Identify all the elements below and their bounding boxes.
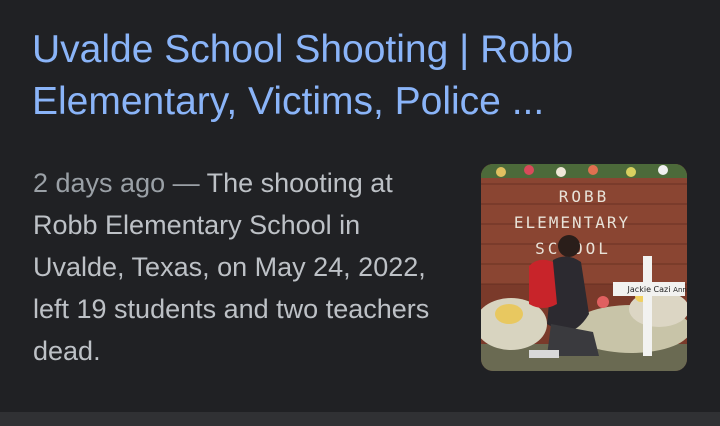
bottom-divider [0, 412, 720, 426]
result-snippet: 2 days ago — The shooting at Robb Elemen… [33, 162, 443, 372]
sign-text-elementary: ELEMENTARY [514, 213, 630, 232]
date-separator: — [165, 168, 207, 198]
result-date: 2 days ago [33, 168, 166, 198]
result-title-line-2[interactable]: Elementary, Victims, Police ... [32, 80, 544, 123]
result-title-link[interactable]: Uvalde School Shooting | Robb Elementary… [32, 24, 692, 128]
cross-name-text: Jackie Cazi [627, 285, 671, 294]
search-result-card: Uvalde School Shooting | Robb Elementary… [0, 0, 720, 412]
cross-name-text-2: Ann [673, 286, 687, 294]
result-thumbnail[interactable]: ROBB ELEMENTARY SCHOOL Jackie Cazi Ann [481, 164, 687, 371]
memorial-photo: ROBB ELEMENTARY SCHOOL Jackie Cazi Ann [481, 164, 687, 371]
result-title-line-1[interactable]: Uvalde School Shooting | Robb [32, 28, 573, 71]
sign-text-robb: ROBB [559, 187, 610, 206]
